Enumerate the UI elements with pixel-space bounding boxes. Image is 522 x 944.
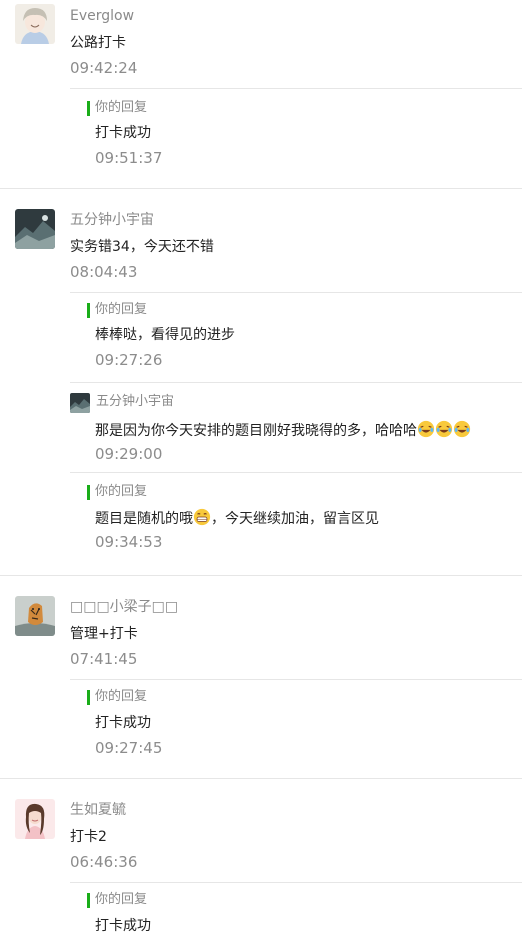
- reply-text: 那是因为你今天安排的题目刚好我晓得的多，哈哈哈: [95, 420, 471, 440]
- reply-item: 你的回复 棒棒哒，看得见的进步 09:27:26: [70, 292, 522, 383]
- reply-text-after: ，今天继续加油，留言区见: [211, 511, 379, 527]
- reply-marker: [87, 101, 90, 116]
- reply-item: 你的回复 打卡成功 09:51:37: [70, 88, 522, 189]
- laughing-tears-emoji-icon: [417, 420, 435, 438]
- reply-label: 你的回复: [95, 100, 148, 115]
- comment-text: 实务错34，今天还不错: [70, 239, 214, 255]
- comment-author[interactable]: Everglow: [70, 7, 134, 25]
- reply-marker: [87, 893, 90, 908]
- reply-marker: [87, 485, 90, 500]
- reply-text: 打卡成功: [95, 715, 151, 731]
- reply-label: 你的回复: [95, 892, 148, 907]
- reply-text: 题目是随机的哦 ，今天继续加油，留言区见: [95, 508, 379, 528]
- comment-time: 08:04:43: [70, 263, 138, 281]
- reply-time: 09:27:45: [95, 739, 163, 757]
- comment-author[interactable]: 五分钟小宇宙: [70, 211, 154, 229]
- reply-marker: [87, 303, 90, 318]
- grinning-emoji-icon: [193, 508, 211, 526]
- reply-label: 你的回复: [95, 484, 148, 499]
- comment-item: 生如夏毓 打卡2 06:46:36 你的回复 打卡成功: [0, 779, 522, 943]
- avatar[interactable]: [15, 4, 55, 44]
- comment-time: 06:46:36: [70, 853, 138, 871]
- avatar[interactable]: [15, 799, 55, 839]
- reply-text-before: 题目是随机的哦: [95, 511, 193, 527]
- reply-time: 09:51:37: [95, 149, 163, 167]
- comment-feed: Everglow 公路打卡 09:42:24 你的回复 打卡成功 09:51:3…: [0, 0, 522, 943]
- reply-text: 打卡成功: [95, 125, 151, 141]
- avatar[interactable]: [15, 209, 55, 249]
- laughing-tears-emoji-icon: [453, 420, 471, 438]
- reply-time: 09:27:26: [95, 351, 163, 369]
- reply-label: 你的回复: [95, 689, 148, 704]
- reply-author[interactable]: 五分钟小宇宙: [96, 393, 174, 411]
- avatar[interactable]: [15, 596, 55, 636]
- reply-time: 09:34:53: [95, 533, 163, 551]
- reply-item: 五分钟小宇宙 那是因为你今天安排的题目刚好我晓得的多，哈哈哈 09:29:00: [70, 382, 522, 473]
- avatar[interactable]: [70, 393, 90, 413]
- reply-text: 棒棒哒，看得见的进步: [95, 327, 235, 343]
- comment-text: 管理+打卡: [70, 626, 138, 642]
- comment-item: □□□小梁子□□ 管理+打卡 07:41:45 你的回复 打卡成功 09:27:…: [0, 576, 522, 779]
- comment-author[interactable]: □□□小梁子□□: [70, 598, 178, 616]
- reply-item: 你的回复 打卡成功: [70, 882, 522, 944]
- reply-item: 你的回复 打卡成功 09:27:45: [70, 679, 522, 779]
- comment-time: 07:41:45: [70, 650, 138, 668]
- laughing-tears-emoji-icon: [435, 420, 453, 438]
- comment-text: 公路打卡: [70, 35, 126, 51]
- comment-text: 打卡2: [70, 829, 107, 845]
- reply-time: 09:29:00: [95, 445, 163, 463]
- comment-item: Everglow 公路打卡 09:42:24 你的回复 打卡成功 09:51:3…: [0, 0, 522, 189]
- reply-item: 你的回复 题目是随机的哦 ，今天继续加油，留言区见 09:34:53: [70, 472, 522, 576]
- comment-author[interactable]: 生如夏毓: [70, 801, 126, 819]
- comment-time: 09:42:24: [70, 59, 138, 77]
- comment-item: 五分钟小宇宙 实务错34，今天还不错 08:04:43 你的回复 棒棒哒，看得见…: [0, 189, 522, 576]
- reply-text-content: 那是因为你今天安排的题目刚好我晓得的多，哈哈哈: [95, 423, 417, 439]
- reply-text: 打卡成功: [95, 918, 151, 934]
- reply-marker: [87, 690, 90, 705]
- reply-label: 你的回复: [95, 302, 148, 317]
